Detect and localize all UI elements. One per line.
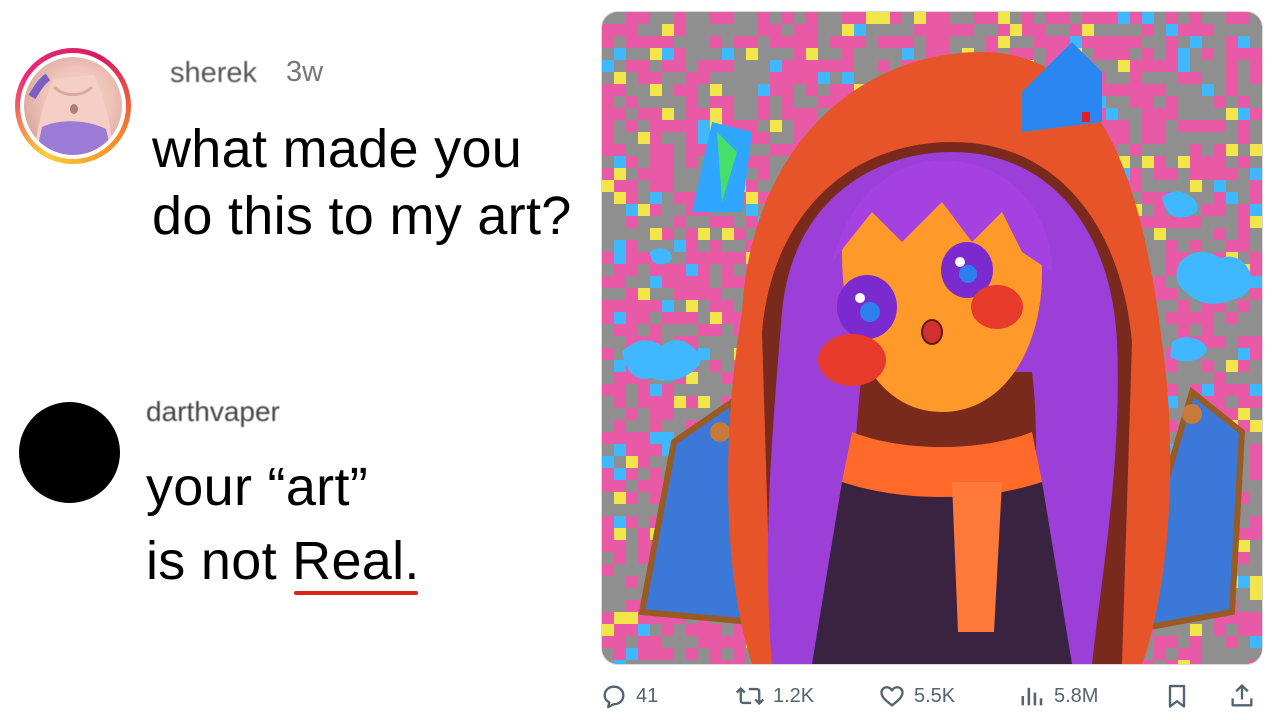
real-emphasis: Real. (292, 524, 420, 598)
left-cheek (818, 334, 886, 386)
like-button[interactable]: 5.5K (878, 680, 955, 712)
repost-button[interactable]: 1.2K (735, 680, 814, 712)
mouth (921, 319, 943, 345)
scarf-tail (952, 482, 1002, 632)
real-word: Real. (292, 531, 420, 591)
repost-arrows-icon (735, 686, 765, 706)
comment2-text: your “art” is not Real. (146, 450, 586, 598)
views-button[interactable]: 5.8M (1018, 680, 1098, 712)
comment2-username[interactable]: darthvaper (146, 396, 280, 428)
black-circle-avatar[interactable] (19, 402, 120, 503)
share-button[interactable] (1228, 680, 1256, 712)
comment2-line1: your “art” (146, 457, 369, 517)
views-count: 5.8M (1054, 684, 1099, 707)
comment1-text: what made you do this to my art? (152, 119, 572, 246)
heart-icon (880, 686, 904, 707)
sweater (812, 482, 1072, 664)
comment1-username[interactable]: sherek (170, 57, 257, 90)
artwork-canvas (602, 12, 1262, 664)
share-upload-icon (1231, 684, 1253, 707)
red-underline (294, 591, 418, 595)
right-cheek (971, 285, 1023, 329)
action-bar: 41 1.2K 5.5K 5.8M (0, 676, 1280, 716)
meme-stage: sherek 3w what made you do this to my ar… (0, 0, 1280, 720)
bookmark-icon (1168, 684, 1186, 708)
avatar-photo (24, 57, 122, 155)
reply-bubble-icon (603, 685, 625, 709)
bookmark-button[interactable] (1163, 680, 1191, 712)
like-count: 5.5K (914, 684, 956, 707)
repost-count: 1.2K (773, 684, 815, 707)
reply-button[interactable]: 41 (600, 680, 658, 712)
torso-photo-icon (28, 73, 114, 155)
artwork-image[interactable] (602, 12, 1262, 664)
avatar-ring-gap (20, 53, 126, 159)
story-ring-avatar[interactable] (15, 48, 131, 164)
reply-count: 41 (636, 684, 659, 707)
views-bars-icon (1021, 687, 1043, 706)
comment2-line2-prefix: is not (146, 531, 293, 591)
comment2-line2: is not Real. (146, 524, 586, 598)
comment1-timestamp: 3w (286, 56, 324, 88)
